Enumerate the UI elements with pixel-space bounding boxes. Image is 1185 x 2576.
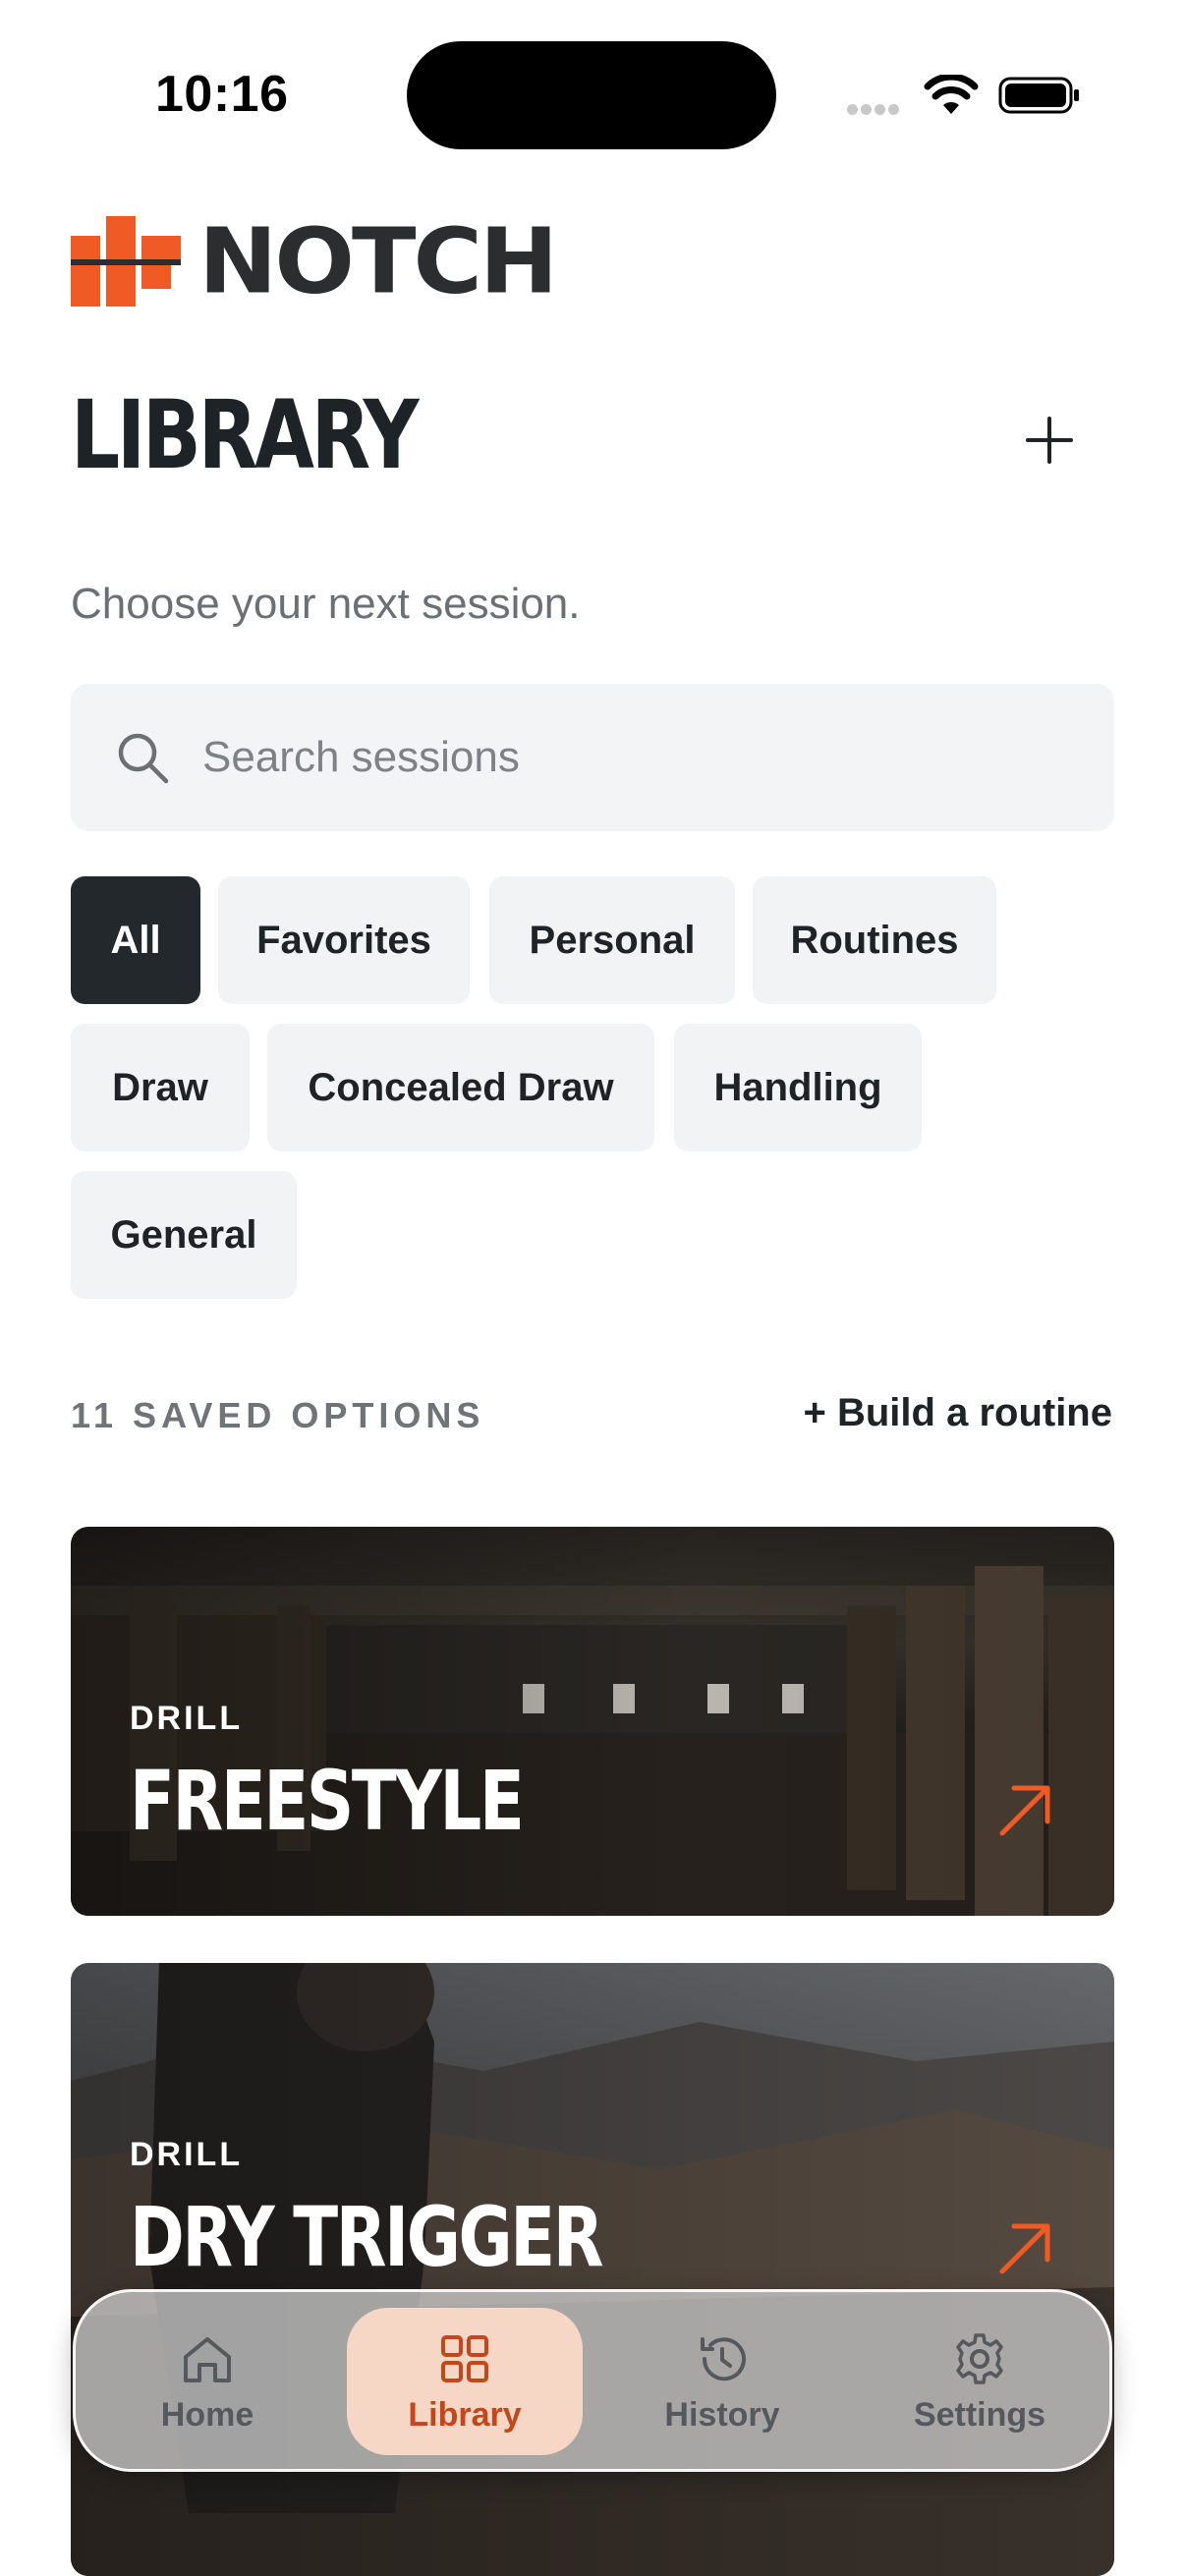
tab-label: Settings — [913, 2395, 1046, 2434]
gear-icon — [956, 2332, 1003, 2384]
saved-options-count: 11 SAVED OPTIONS — [71, 1395, 485, 1435]
filter-chip-favorites[interactable]: Favorites — [218, 876, 470, 1004]
tab-label: History — [664, 2395, 780, 2434]
notch-logo-icon — [71, 216, 181, 307]
build-routine-link[interactable]: + Build a routine — [804, 1391, 1112, 1435]
filter-chip-concealed-draw[interactable]: Concealed Draw — [267, 1024, 654, 1151]
status-bar: 10:16 — [0, 0, 1185, 187]
tab-history[interactable]: History — [604, 2308, 840, 2455]
filter-chip-draw[interactable]: Draw — [71, 1024, 250, 1151]
search-icon — [118, 733, 169, 784]
filter-chip-general[interactable]: General — [71, 1171, 297, 1299]
history-icon — [701, 2336, 746, 2380]
session-kind-label: DRILL — [130, 1700, 244, 1737]
search-input[interactable] — [202, 733, 1067, 782]
wifi-icon — [924, 75, 979, 114]
brand-logo: NOTCH — [71, 208, 558, 314]
add-session-button[interactable] — [1012, 403, 1087, 477]
battery-icon — [998, 77, 1079, 114]
dynamic-island — [407, 41, 776, 149]
tab-settings[interactable]: Settings — [862, 2308, 1098, 2455]
cellular-signal-icon — [847, 102, 906, 116]
search-bar[interactable] — [71, 684, 1114, 831]
tab-library[interactable]: Library — [347, 2308, 583, 2455]
session-title: FREESTYLE — [130, 1753, 525, 1849]
tab-home[interactable]: Home — [89, 2308, 325, 2455]
page-subtitle: Choose your next session. — [71, 580, 581, 628]
status-time: 10:16 — [155, 66, 289, 123]
session-card-dry-trigger[interactable]: DRILL DRY TRIGGER — [71, 1963, 1114, 2576]
tab-label: Home — [160, 2395, 254, 2434]
filter-chip-all[interactable]: All — [71, 876, 200, 1004]
filter-chip-personal[interactable]: Personal — [489, 876, 735, 1004]
arrow-up-right-icon — [999, 2223, 1050, 2274]
plus-icon — [1026, 417, 1073, 464]
page-title: LIBRARY — [71, 380, 420, 490]
brand-name: NOTCH — [198, 208, 558, 314]
filter-chip-routines[interactable]: Routines — [753, 876, 996, 1004]
session-kind-label: DRILL — [130, 2136, 244, 2173]
arrow-up-right-icon — [999, 1785, 1050, 1836]
grid-icon — [441, 2334, 488, 2382]
bottom-tab-bar: Home Library History Settings — [73, 2289, 1112, 2472]
filter-chip-handling[interactable]: Handling — [674, 1024, 922, 1151]
session-card-freestyle[interactable]: DRILL FREESTYLE — [71, 1527, 1114, 1916]
tab-label: Library — [408, 2395, 522, 2434]
home-icon — [184, 2336, 231, 2382]
session-title: DRY TRIGGER — [130, 2189, 603, 2285]
